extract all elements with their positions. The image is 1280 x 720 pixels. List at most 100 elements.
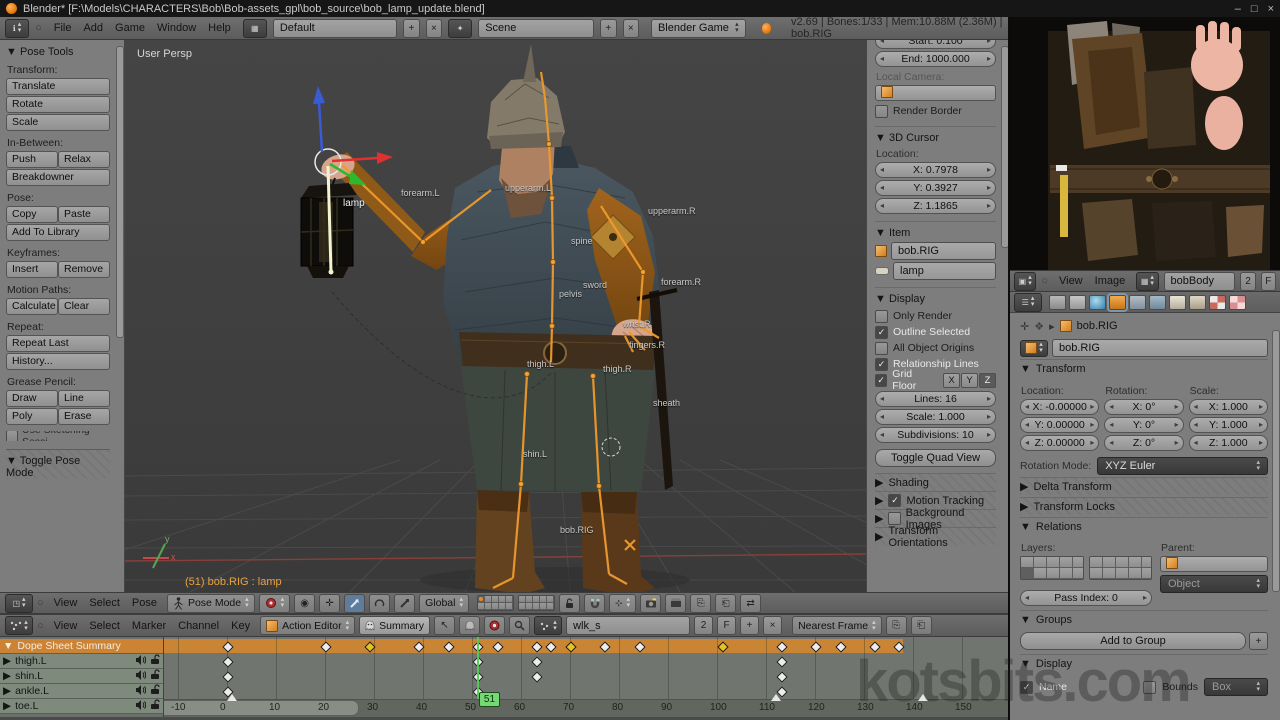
collapsed-panel-transform-orientations[interactable]: ▶Transform Orientations [875,527,996,545]
rot-x-field[interactable]: ◂X: 0°▸ [1104,399,1183,415]
rotation-mode-select[interactable]: XYZ Euler▴▾ [1097,457,1268,475]
rotate-manipulator-icon[interactable] [369,594,390,613]
fake-user-button[interactable]: F [1261,272,1276,291]
channel-thigh-l[interactable]: ▶thigh.L [0,654,163,669]
viewport-3d[interactable]: User Persp (51) bob.RIG : lamp lampforea… [125,40,866,592]
checkbox[interactable] [875,310,888,323]
translate-manipulator-icon[interactable] [344,594,365,613]
layer-cell[interactable] [1103,568,1116,579]
editor-divider[interactable] [1008,17,1010,720]
view3d-editor-type-icon[interactable]: ◳▴▾ [5,594,33,613]
tool-button-poly[interactable]: Poly [6,408,58,425]
paste-pose-icon[interactable]: ⎗ [715,594,736,613]
header-layers-grid-1[interactable] [477,595,514,611]
layer-cell[interactable] [1034,568,1047,579]
groups-panel-header[interactable]: ▼ Groups [1020,610,1268,628]
timeline-marker[interactable] [918,694,928,701]
checkbox[interactable]: ✓ [875,326,888,339]
layer-cell[interactable] [1129,557,1142,568]
layer-cell[interactable] [519,603,526,610]
layer-cell[interactable] [1116,568,1129,579]
timeline-marker[interactable] [227,694,237,701]
grid-floor-checkbox[interactable]: ✓ Grid Floor XYZ [875,372,996,388]
tool-button-erase[interactable]: Erase [58,408,110,425]
layer-cell[interactable] [519,596,526,603]
checkbox[interactable]: ✓ [875,358,888,371]
snap-mode-select[interactable]: Nearest Frame▴▾ [792,616,882,635]
horizontal-scrollbar[interactable] [163,700,359,716]
add-to-group-button[interactable]: Add to Group [1020,632,1246,650]
layer-cell[interactable] [1116,557,1129,568]
world-tab-icon[interactable] [1089,295,1106,310]
tool-button-paste[interactable]: Paste [58,206,110,223]
summary-toggle[interactable]: Summary [359,616,430,635]
lock-icon[interactable] [150,699,160,713]
expand-icon[interactable]: ▶ [3,670,11,682]
tool-button-draw[interactable]: Draw [6,390,58,407]
layer-cell[interactable] [1034,557,1047,568]
layer-cell[interactable] [1142,557,1153,568]
scl-x-field[interactable]: ◂X: 1.000▸ [1189,399,1268,415]
cursor-x-slider[interactable]: ◂X: 0.7978▸ [875,162,996,178]
bone-tab-icon[interactable] [1189,295,1206,310]
scene-icon[interactable]: ✦ [448,19,472,38]
copy-keyframes-icon[interactable]: ⎘ [886,616,907,635]
keyframe-shin-l[interactable] [531,671,542,682]
frame-ruler[interactable]: -100102030405060708090100110120130140150 [163,699,1010,717]
loc-z-field[interactable]: ◂Z: 0.00000▸ [1020,435,1099,451]
tool-button-history[interactable]: History... [6,353,110,370]
dopesheet-mode-select[interactable]: Action Editor▴▾ [260,616,355,635]
clip-end-slider[interactable]: ◂End: 1000.000▸ [875,51,996,67]
keyframe-area[interactable]: -100102030405060708090100110120130140150… [163,637,1010,720]
image-name-field[interactable]: bobBody [1164,272,1236,291]
add-layout-button[interactable]: + [403,19,419,38]
engine-select[interactable]: Blender Game▴▾ [651,19,746,38]
material-tab-icon[interactable] [1209,295,1226,310]
np-check-only-render[interactable]: Only Render [875,308,996,324]
layer-cell[interactable] [1021,568,1034,579]
opengl-anim-render-icon[interactable] [665,594,686,613]
grid-axis-z-toggle[interactable]: Z [979,373,996,388]
layer-cell[interactable] [506,603,513,610]
tool-button-translate[interactable]: Translate [6,78,110,95]
np-check-all-object-origins[interactable]: All Object Origins [875,340,996,356]
timeline-marker[interactable] [771,694,781,701]
layer-cell[interactable] [1047,557,1060,568]
filter-errors-icon[interactable] [484,616,505,635]
menu-image-view[interactable]: View [1053,275,1089,287]
layer-cell[interactable] [547,596,554,603]
keyframe-thigh-l[interactable] [531,656,542,667]
layer-cell[interactable] [485,596,492,603]
pin-icon[interactable]: ✛ [1020,320,1029,333]
collapse-menus-icon[interactable]: ○ [35,22,42,34]
close-button[interactable]: × [1268,3,1274,15]
channel-dope-sheet-summary[interactable]: ▼Dope Sheet Summary [0,639,163,654]
name-checkbox[interactable]: ✓ [1020,681,1033,694]
expand-icon[interactable]: ▶ [3,685,11,697]
menu-view3d-pose[interactable]: Pose [126,597,163,609]
object-tab-icon[interactable] [1109,295,1126,310]
tool-button-copy[interactable]: Copy [6,206,58,223]
mute-speaker-icon[interactable] [135,670,146,683]
np-slider-lines-16[interactable]: ◂Lines: 16▸ [875,391,996,407]
constraints-tab-icon[interactable] [1129,295,1146,310]
collapse-menus-icon[interactable]: ○ [37,597,44,609]
layer-cell[interactable] [499,603,506,610]
collapse-menus-icon[interactable]: ○ [1041,275,1048,287]
screen-layout-field[interactable]: Default [273,19,397,38]
copy-pose-icon[interactable]: ⎘ [690,594,711,613]
layer-cell[interactable] [1047,568,1060,579]
layer-cell[interactable] [506,596,513,603]
checkbox[interactable]: ✓ [875,374,887,387]
dopesheet-editor-type-icon[interactable]: ▴▾ [5,616,33,635]
menu-view3d-select[interactable]: Select [83,597,126,609]
new-action-button[interactable]: + [740,616,759,635]
tool-shelf-scrollbar[interactable] [116,46,124,338]
tool-button-remove[interactable]: Remove [58,261,110,278]
paste-keyframes-icon[interactable]: ⎗ [911,616,932,635]
layers-grid-1[interactable] [1020,556,1084,580]
delete-layout-button[interactable]: × [426,19,442,38]
menu-view3d-view[interactable]: View [48,597,84,609]
editor-type-icon[interactable]: ℹ▴▾ [5,19,29,38]
scale-manipulator-icon[interactable] [394,594,415,613]
